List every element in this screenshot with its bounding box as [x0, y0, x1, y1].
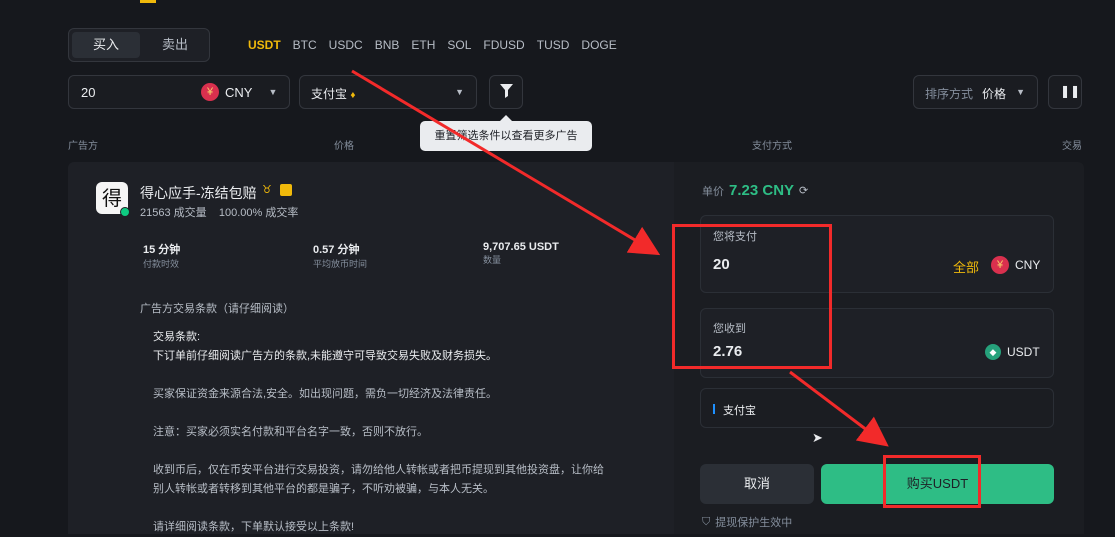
annotation-arrows — [351, 69, 889, 447]
annotation-arrow-1 — [351, 69, 661, 256]
annotation-arrow-2 — [789, 370, 889, 447]
